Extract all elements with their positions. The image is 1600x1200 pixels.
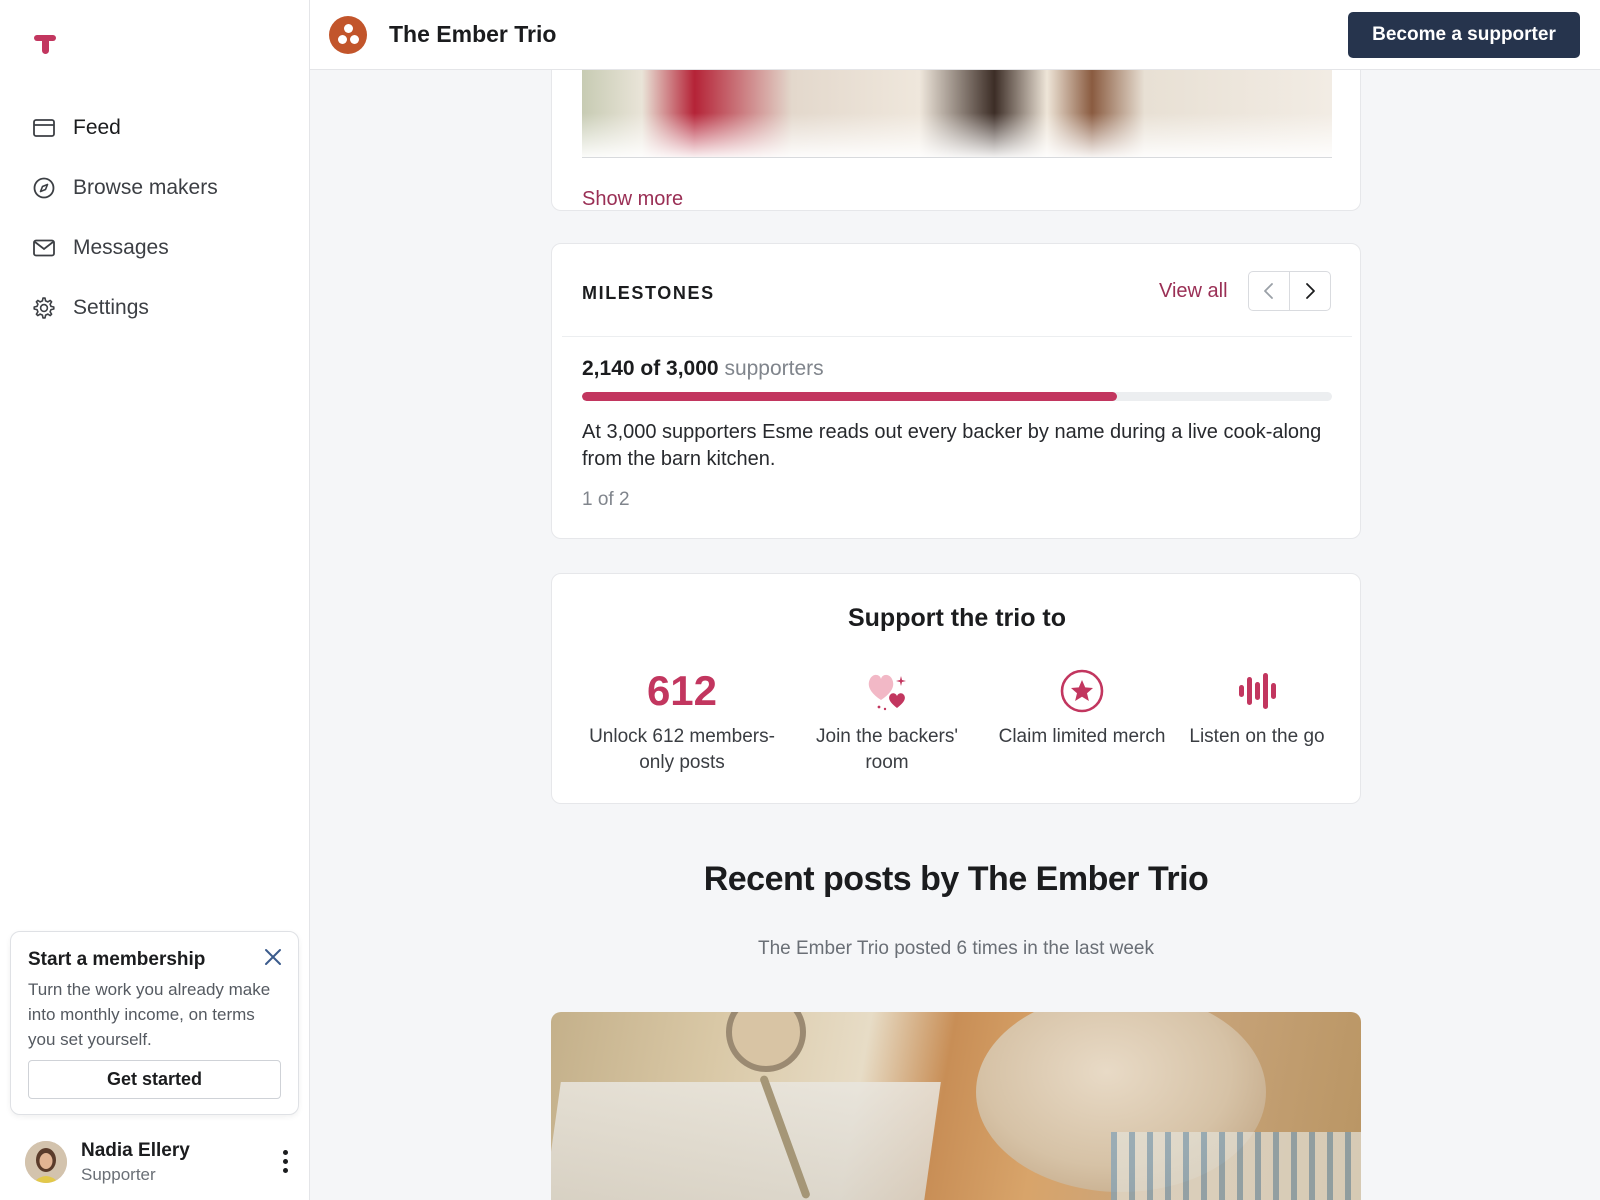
divider: [562, 336, 1352, 337]
milestone-count: 2,140 of 3,000 supporters: [582, 357, 824, 381]
feed-icon: [32, 116, 56, 140]
recent-post-image[interactable]: [551, 1012, 1361, 1200]
benefit-label: Claim limited merch: [998, 726, 1166, 747]
audio-icon: [1172, 666, 1342, 716]
previous-milestone-button[interactable]: [1249, 272, 1289, 310]
recent-posts-subtitle: The Ember Trio posted 6 times in the las…: [757, 938, 1154, 959]
sidebar-item-label: Settings: [73, 296, 149, 319]
get-started-button[interactable]: Get started: [28, 1060, 281, 1099]
post-image[interactable]: [582, 70, 1332, 158]
benefit-limited-merch: Claim limited merch: [992, 666, 1172, 750]
support-title: Support the trio to: [847, 604, 1067, 632]
benefit-label: Listen on the go: [1189, 726, 1325, 747]
benefit-backers-room: Join the backers' room: [802, 666, 972, 776]
user-profile[interactable]: Nadia Ellery Supporter: [25, 1138, 295, 1186]
view-all-link[interactable]: View all: [1159, 280, 1228, 303]
members-posts-count: 612: [646, 667, 718, 714]
avatar: [25, 1141, 67, 1183]
benefit-posts: 612 Unlock 612 members-only posts: [582, 666, 782, 776]
milestone-progress-bar: [582, 392, 1332, 401]
star-badge-icon: [992, 666, 1172, 716]
sidebar-item-browse-makers[interactable]: Browse makers: [0, 158, 310, 218]
hearts-icon: [802, 666, 972, 716]
next-milestone-button[interactable]: [1289, 272, 1330, 310]
creator-logo-icon[interactable]: [329, 16, 367, 54]
close-icon[interactable]: [262, 946, 284, 968]
chevron-right-icon: [1306, 283, 1315, 299]
sidebar-item-settings[interactable]: Settings: [0, 278, 310, 338]
creator-name[interactable]: The Ember Trio: [389, 21, 556, 48]
promo-title: Start a membership: [28, 949, 206, 970]
benefit-label: Join the backers' room: [816, 726, 958, 773]
sidebar-nav: Feed Browse makers Messages Settings: [0, 98, 310, 338]
milestones-heading: MILESTONES: [582, 283, 715, 303]
sidebar-item-label: Messages: [73, 236, 169, 259]
sidebar-item-label: Feed: [73, 116, 121, 139]
sidebar: Feed Browse makers Messages Settings Sta…: [0, 0, 310, 1200]
benefit-label: Unlock 612 members-only posts: [589, 726, 775, 773]
milestone-count-value: 2,140 of 3,000: [582, 357, 719, 380]
milestone-progress-fill: [582, 392, 1117, 401]
promo-text: Turn the work you already make into mont…: [28, 980, 271, 1049]
divider: [582, 157, 1332, 158]
become-supporter-button[interactable]: Become a supporter: [1348, 12, 1580, 58]
mail-icon: [32, 236, 56, 260]
recent-posts-title: Recent posts by The Ember Trio: [703, 860, 1209, 898]
creator-header: The Ember Trio Become a supporter: [310, 0, 1600, 70]
more-options-icon[interactable]: [275, 1146, 295, 1176]
chevron-left-icon: [1264, 283, 1273, 299]
compass-icon: [32, 176, 56, 200]
milestone-description: At 3,000 supporters Esme reads out every…: [582, 421, 1322, 470]
show-more-link[interactable]: Show more: [582, 188, 683, 211]
sidebar-item-label: Browse makers: [73, 176, 218, 199]
user-role: Supporter: [81, 1164, 156, 1184]
support-benefits-card: Support the trio to 612 Unlock 612 membe…: [551, 573, 1361, 804]
user-name: Nadia Ellery: [81, 1139, 190, 1161]
membership-promo: Start a membership Turn the work you alr…: [10, 931, 299, 1115]
sidebar-item-feed[interactable]: Feed: [0, 98, 310, 158]
milestone-page-indicator: 1 of 2: [582, 489, 630, 510]
app-logo-icon[interactable]: [32, 30, 58, 58]
sidebar-item-messages[interactable]: Messages: [0, 218, 310, 278]
milestones-card: MILESTONES View all 2,140 of 3,000 suppo…: [551, 243, 1361, 539]
milestone-count-unit: supporters: [724, 357, 824, 380]
gear-icon: [32, 296, 56, 320]
milestone-pager: [1248, 271, 1331, 311]
benefit-listen: Listen on the go: [1172, 666, 1342, 750]
